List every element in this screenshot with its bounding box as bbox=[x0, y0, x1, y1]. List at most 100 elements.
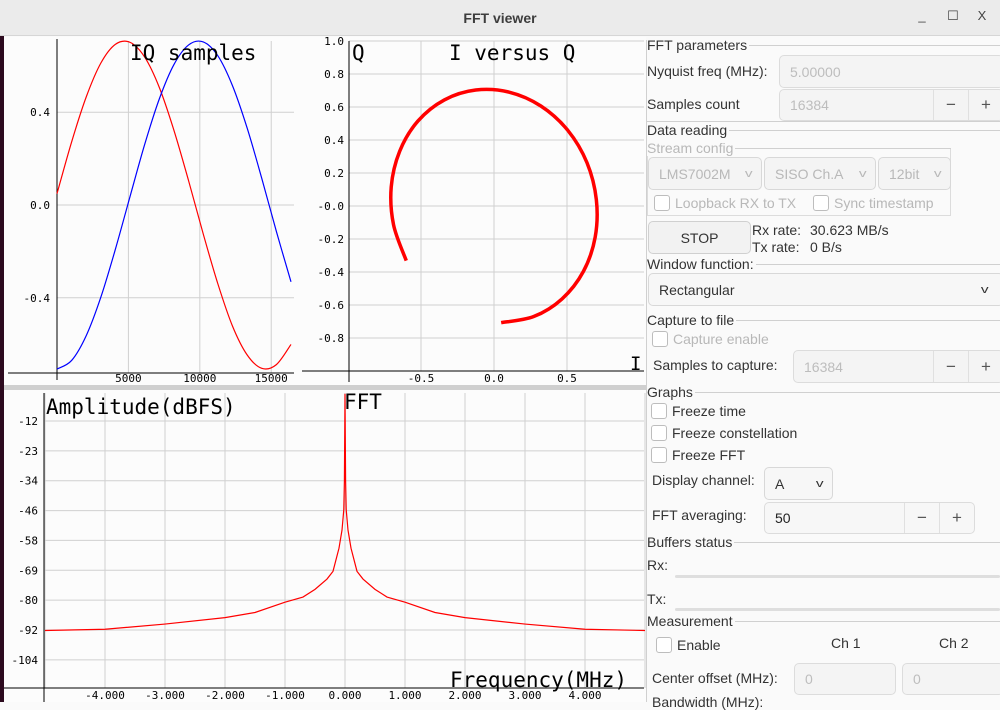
constellation-plot-title: I versus Q bbox=[449, 41, 575, 65]
channel-mode-value: SISO Ch.A bbox=[775, 165, 844, 182]
samples-to-capture-label: Samples to capture: bbox=[653, 357, 778, 373]
format-select[interactable]: 12bit v bbox=[878, 157, 951, 190]
window-function-value: Rectangular bbox=[659, 281, 735, 298]
center-offset-ch2-value: 0 bbox=[913, 671, 921, 687]
measurement-enable-checkbox[interactable]: Enable bbox=[656, 637, 721, 653]
freeze-time-label: Freeze time bbox=[672, 403, 746, 419]
capture-enable-checkbox[interactable]: Capture enable bbox=[652, 331, 769, 347]
checkbox-box bbox=[652, 331, 668, 347]
samples-decrement-button[interactable]: − bbox=[933, 90, 968, 120]
fft-y-tick-label: -12 bbox=[18, 415, 38, 428]
iq-x-tick-label: 5000 bbox=[115, 372, 142, 385]
constellation-y-tick-label: 0.2 bbox=[324, 167, 344, 180]
fft-averaging-label: FFT averaging: bbox=[652, 507, 747, 523]
chip-value: LMS7002M bbox=[659, 165, 731, 182]
constellation-x-tick-label: 0.0 bbox=[484, 372, 504, 385]
fft-x-tick-label: -4.000 bbox=[85, 689, 125, 702]
constellation-x-label: I bbox=[630, 353, 641, 375]
chevron-down-icon: v bbox=[933, 167, 942, 180]
fft-x-tick-label: -2.000 bbox=[205, 689, 245, 702]
center-offset-ch1-input[interactable]: 0 bbox=[794, 663, 896, 695]
maximize-button[interactable]: ☐ bbox=[943, 8, 963, 28]
title-bar: FFT viewer _ ☐ X bbox=[0, 0, 1000, 36]
stop-button[interactable]: STOP bbox=[648, 221, 751, 254]
nyquist-label: Nyquist freq (MHz): bbox=[647, 63, 768, 79]
checkbox-box bbox=[651, 403, 667, 419]
capture-enable-label: Capture enable bbox=[673, 331, 769, 347]
samples-count-value: 16384 bbox=[790, 97, 829, 113]
tx-rate-label: Tx rate: bbox=[752, 239, 800, 255]
iq-x-tick-label: 15000 bbox=[255, 372, 288, 385]
fft-y-tick-label: -104 bbox=[12, 654, 39, 667]
fft-averaging-increment-button[interactable]: + bbox=[939, 503, 974, 533]
constellation-y-tick-label: 0.8 bbox=[324, 68, 344, 81]
nyquist-input[interactable]: 5.00000 bbox=[779, 55, 1000, 88]
window-function-select[interactable]: Rectangular v bbox=[648, 273, 1000, 306]
capture-increment-button[interactable]: + bbox=[968, 351, 1000, 382]
fft-y-tick-label: -23 bbox=[18, 445, 38, 458]
chevron-down-icon: v bbox=[980, 283, 989, 296]
display-channel-value: A bbox=[775, 475, 785, 492]
freeze-time-checkbox[interactable]: Freeze time bbox=[651, 403, 746, 419]
constellation-y-tick-label: 0.6 bbox=[324, 101, 344, 114]
chip-select[interactable]: LMS7002M v bbox=[648, 157, 762, 190]
sync-timestamp-checkbox[interactable]: Sync timestamp bbox=[813, 195, 934, 211]
tx-rate-value: 0 B/s bbox=[810, 239, 842, 255]
constellation-y-tick-label: -0.8 bbox=[318, 332, 345, 345]
tx-buffer-label: Tx: bbox=[647, 591, 667, 607]
chevron-down-icon: v bbox=[744, 167, 753, 180]
fft-y-tick-label: -80 bbox=[18, 594, 38, 607]
center-offset-ch2-input[interactable]: 0 bbox=[902, 663, 1000, 695]
samples-count-label: Samples count bbox=[647, 96, 740, 112]
loopback-checkbox[interactable]: Loopback RX to TX bbox=[654, 195, 796, 211]
capture-decrement-button[interactable]: − bbox=[933, 351, 968, 382]
group-data-reading: Data reading bbox=[647, 122, 730, 138]
samples-increment-button[interactable]: + bbox=[968, 90, 1000, 120]
center-offset-label: Center offset (MHz): bbox=[652, 670, 778, 686]
fft-y-tick-label: -34 bbox=[18, 475, 38, 488]
checkbox-box bbox=[651, 447, 667, 463]
group-measurement: Measurement bbox=[647, 613, 735, 629]
checkbox-box bbox=[656, 637, 672, 653]
fft-y-tick-label: -69 bbox=[18, 564, 38, 577]
minimize-button[interactable]: _ bbox=[912, 8, 932, 28]
constellation-y-label: Q bbox=[352, 41, 365, 65]
fft-x-tick-label: 0.000 bbox=[328, 689, 361, 702]
fft-x-tick-label: 1.000 bbox=[388, 689, 421, 702]
constellation-y-tick-label: -0.4 bbox=[318, 266, 345, 279]
group-graphs: Graphs bbox=[647, 384, 695, 400]
chevron-down-icon: v bbox=[858, 167, 867, 180]
ch1-header: Ch 1 bbox=[831, 635, 861, 651]
checkbox-box bbox=[651, 425, 667, 441]
constellation-x-tick-label: 0.5 bbox=[557, 372, 577, 385]
channel-mode-select[interactable]: SISO Ch.A v bbox=[764, 157, 876, 190]
rx-buffer-progress bbox=[675, 575, 1000, 578]
samples-to-capture-spinbox[interactable]: 16384 − + bbox=[793, 350, 1000, 383]
group-buffers-status: Buffers status bbox=[647, 534, 735, 550]
fft-plot-background bbox=[4, 391, 646, 702]
samples-count-spinbox[interactable]: 16384 − + bbox=[779, 89, 1000, 121]
bandwidth-label: Bandwidth (MHz): bbox=[652, 694, 764, 710]
display-channel-select[interactable]: Av bbox=[764, 467, 833, 500]
constellation-y-tick-label: -0.6 bbox=[318, 299, 345, 312]
close-button[interactable]: X bbox=[972, 8, 992, 28]
fft-averaging-spinbox[interactable]: 50 − + bbox=[764, 502, 975, 534]
plots-area: 5000 10000 15000 0.4 0.0 -0.4 IQ samples -0.5 0.… bbox=[4, 35, 646, 702]
iq-y-tick-label: 0.0 bbox=[30, 199, 50, 212]
fft-plot-title: FFT bbox=[344, 390, 382, 414]
ch2-header: Ch 2 bbox=[939, 635, 969, 651]
group-line bbox=[646, 392, 1000, 393]
center-offset-ch1-value: 0 bbox=[805, 671, 813, 687]
rx-rate-value: 30.623 MB/s bbox=[810, 222, 889, 238]
fft-averaging-decrement-button[interactable]: − bbox=[904, 503, 939, 533]
fft-x-tick-label: -3.000 bbox=[145, 689, 185, 702]
plot-divider bbox=[4, 385, 646, 390]
freeze-constellation-checkbox[interactable]: Freeze constellation bbox=[651, 425, 797, 441]
freeze-fft-checkbox[interactable]: Freeze FFT bbox=[651, 447, 745, 463]
checkbox-box bbox=[813, 195, 829, 211]
freeze-constellation-label: Freeze constellation bbox=[672, 425, 798, 441]
iq-y-tick-label: -0.4 bbox=[24, 292, 51, 305]
fft-y-tick-label: -58 bbox=[18, 534, 38, 547]
sync-timestamp-label: Sync timestamp bbox=[834, 195, 934, 211]
constellation-x-tick-label: -0.5 bbox=[408, 372, 435, 385]
